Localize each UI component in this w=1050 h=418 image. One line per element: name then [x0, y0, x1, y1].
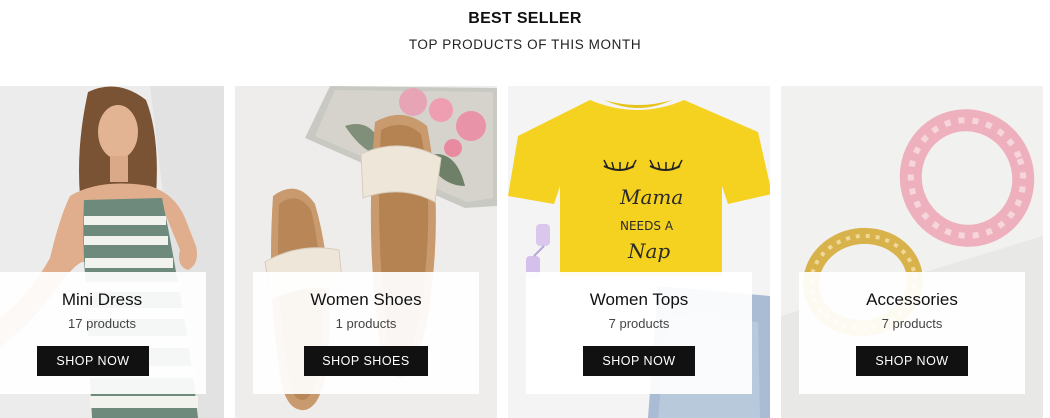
- category-name: Women Shoes: [310, 290, 422, 309]
- category-name: Mini Dress: [61, 290, 143, 309]
- category-name: Women Tops: [589, 290, 689, 309]
- shop-shoes-button[interactable]: SHOP SHOES: [304, 346, 428, 376]
- category-card-accessories[interactable]: Accessories 7 products SHOP NOW: [781, 86, 1043, 418]
- category-product-count: 7 products: [608, 316, 670, 331]
- category-card-mini-dress[interactable]: Mini Dress 17 products SHOP NOW: [0, 86, 224, 418]
- category-info-panel: Accessories 7 products SHOP NOW: [799, 272, 1025, 394]
- svg-text:Mama: Mama: [619, 185, 683, 209]
- category-card-women-tops[interactable]: Mama NEEDS A Nap Women Tops 7 products S…: [508, 86, 770, 418]
- category-info-panel: Mini Dress 17 products SHOP NOW: [0, 272, 206, 394]
- category-product-count: 1 products: [335, 316, 397, 331]
- category-info-panel: Women Shoes 1 products SHOP SHOES: [253, 272, 479, 394]
- shop-now-button[interactable]: SHOP NOW: [583, 346, 695, 376]
- svg-text:NEEDS A: NEEDS A: [620, 219, 674, 233]
- shop-now-button[interactable]: SHOP NOW: [856, 346, 968, 376]
- category-product-count: 7 products: [881, 316, 943, 331]
- svg-text:Nap: Nap: [627, 239, 670, 263]
- shop-now-button[interactable]: SHOP NOW: [37, 346, 149, 376]
- category-card-women-shoes[interactable]: Women Shoes 1 products SHOP SHOES: [235, 86, 497, 418]
- section-title: BEST SELLER: [468, 10, 582, 27]
- category-product-count: 17 products: [68, 316, 136, 331]
- category-info-panel: Women Tops 7 products SHOP NOW: [526, 272, 752, 394]
- section-subtitle: TOP PRODUCTS OF THIS MONTH: [408, 37, 642, 52]
- category-name: Accessories: [866, 290, 958, 309]
